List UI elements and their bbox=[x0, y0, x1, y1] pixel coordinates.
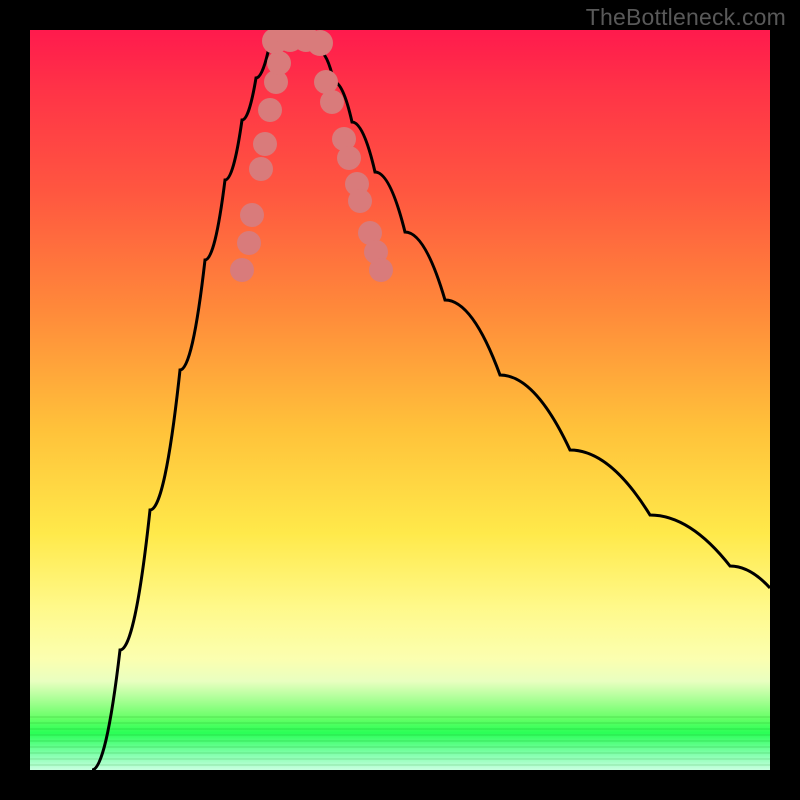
watermark-text: TheBottleneck.com bbox=[586, 4, 786, 31]
plot-area bbox=[30, 30, 770, 770]
background-gradient bbox=[30, 30, 770, 770]
green-band-stripes bbox=[30, 712, 770, 770]
